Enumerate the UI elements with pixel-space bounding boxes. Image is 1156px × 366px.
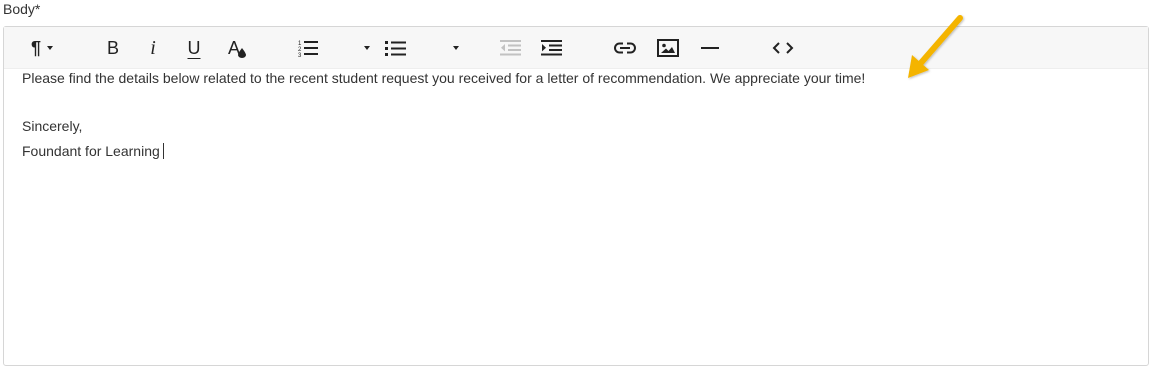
unordered-list-icon — [385, 41, 406, 56]
chevron-down-icon — [364, 46, 370, 50]
underline-icon: U — [187, 38, 201, 58]
ordered-list-button[interactable]: 1 2 3 — [298, 36, 370, 60]
svg-text:3: 3 — [298, 53, 302, 57]
annotation-arrow-icon — [908, 15, 963, 78]
insert-horizontal-line-button[interactable] — [698, 36, 722, 60]
code-view-button[interactable] — [770, 36, 796, 60]
chevron-down-icon — [453, 46, 459, 50]
horizontal-rule-icon — [701, 47, 719, 49]
outdent-button[interactable] — [499, 36, 523, 60]
insert-image-button[interactable] — [655, 36, 681, 60]
paragraph-format-button[interactable]: ¶ — [24, 36, 60, 60]
indent-button[interactable] — [540, 36, 564, 60]
unordered-list-button[interactable] — [384, 36, 460, 60]
underline-button[interactable]: U — [182, 36, 206, 60]
body-paragraph-with-cursor: Foundant for Learning — [22, 139, 164, 163]
text-color-button[interactable]: A — [224, 36, 250, 60]
chevron-down-icon — [47, 46, 53, 50]
bold-icon: B — [106, 38, 119, 58]
editor-toolbar: ¶ B i U A 1 2 3 — [4, 27, 1148, 69]
body-field-label: Body* — [3, 1, 41, 17]
text-cursor — [162, 143, 164, 159]
body-paragraph: Foundant for Learning — [22, 143, 160, 159]
pilcrow-icon: ¶ — [30, 38, 41, 58]
insert-link-button[interactable] — [612, 36, 638, 60]
italic-icon: i — [150, 37, 156, 59]
body-paragraph: Sincerely, — [22, 118, 83, 134]
bold-button[interactable]: B — [102, 36, 124, 60]
ordered-list-icon: 1 2 3 — [298, 41, 318, 57]
indent-icon — [541, 40, 562, 56]
body-paragraph: Please find the details below related to… — [22, 70, 866, 86]
text-color-icon: A — [226, 36, 248, 60]
outdent-icon — [500, 40, 521, 56]
link-icon — [614, 42, 636, 54]
image-icon — [657, 39, 679, 57]
italic-button[interactable]: i — [142, 36, 164, 60]
code-icon — [772, 42, 794, 54]
